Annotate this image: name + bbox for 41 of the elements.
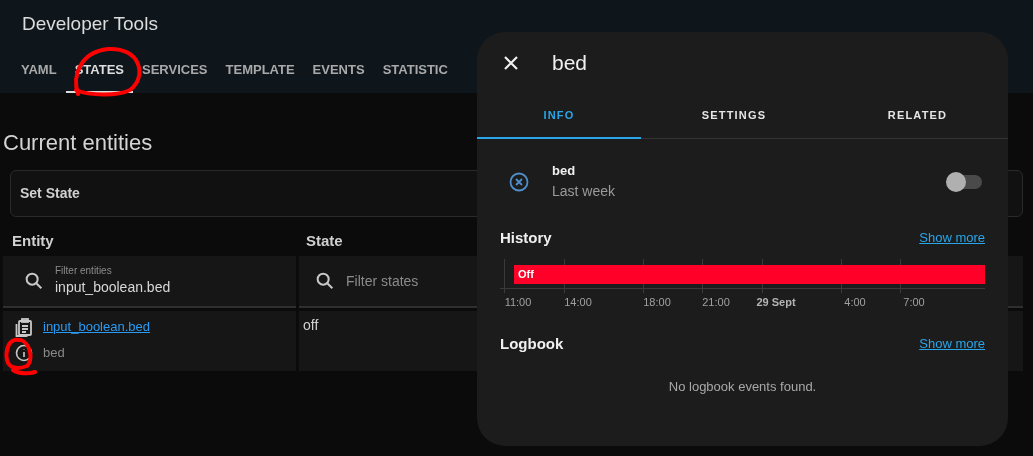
column-header: State: [306, 232, 343, 249]
last-changed: Last week: [552, 182, 617, 201]
dialog-tab[interactable]: RELATED: [827, 94, 1008, 139]
search-icon: [23, 270, 45, 292]
entity-link[interactable]: input_boolean.bed: [43, 317, 150, 337]
nav-tab[interactable]: STATISTIC: [373, 48, 457, 93]
dialog-tab[interactable]: INFO: [477, 94, 641, 139]
entity-name: bed: [552, 162, 577, 180]
column-header: Entity: [12, 232, 54, 249]
axis-label: 14:00: [564, 295, 592, 310]
show-more-link[interactable]: Show more: [919, 334, 985, 354]
filter-field[interactable]: Filter entities input_boolean.bed: [3, 256, 296, 308]
section-title: Current entities: [3, 130, 153, 155]
show-more-link[interactable]: Show more: [919, 228, 985, 248]
axis-label: 18:00: [643, 295, 671, 310]
axis-label: 7:00: [903, 295, 925, 310]
nav-tab[interactable]: TEMPLATE: [216, 48, 304, 93]
field-value: input_boolean.bed: [55, 278, 171, 297]
axis-label: 29 Sept: [756, 295, 796, 310]
field-placeholder: Filter states: [346, 271, 419, 291]
axis-label: 11:00: [504, 295, 532, 310]
close-icon[interactable]: [502, 54, 520, 72]
state-bar: Off: [514, 265, 985, 284]
toggle-switch[interactable]: [946, 172, 982, 192]
clipboard-icon[interactable]: [15, 317, 33, 337]
nav-tab[interactable]: YAML: [12, 48, 66, 93]
page-title: Developer Tools: [21, 12, 159, 36]
status-icon: [509, 172, 529, 192]
section-heading: Logbook: [500, 333, 564, 354]
state-value: off: [303, 316, 319, 335]
search-icon: [314, 270, 336, 292]
empty-message: No logbook events found.: [668, 378, 817, 396]
dialog-title: bed: [552, 50, 588, 77]
axis-label: 21:00: [702, 295, 730, 310]
nav-tab[interactable]: SERVICES: [133, 48, 217, 93]
axis-label: 4:00: [844, 295, 866, 310]
dialog-tab[interactable]: SETTINGS: [641, 94, 827, 139]
section-heading: History: [500, 227, 552, 248]
entity-name: bed: [43, 344, 65, 362]
field-label: Filter entities: [55, 265, 113, 277]
nav-tab[interactable]: EVENTS: [303, 48, 374, 93]
